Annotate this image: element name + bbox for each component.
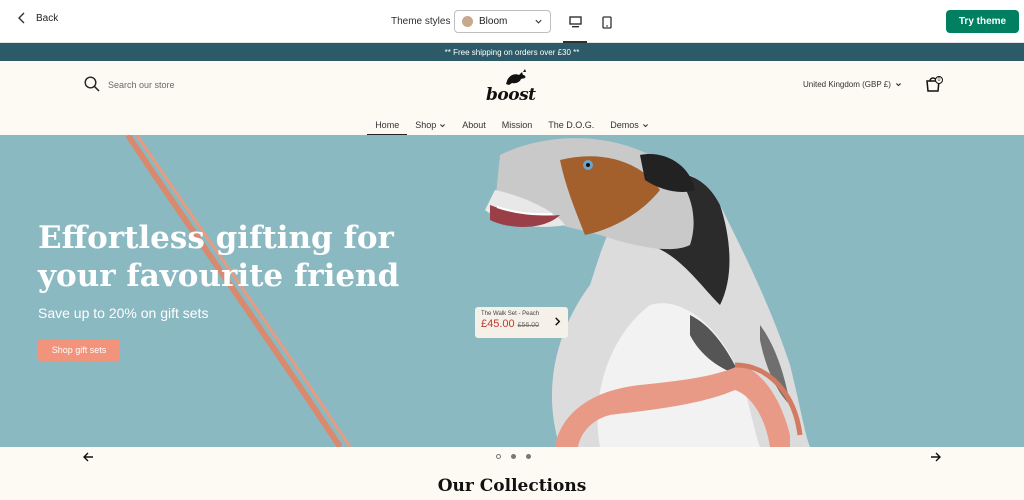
hero-title: Effortless gifting for your favourite fr…: [38, 220, 400, 294]
nav-item-the-dog[interactable]: The D.O.G.: [540, 115, 602, 135]
slide-dot[interactable]: [496, 454, 501, 459]
back-button[interactable]: Back: [16, 12, 58, 24]
chevron-down-icon: [535, 19, 542, 24]
cart-count-badge: 0: [935, 76, 943, 84]
search-input[interactable]: Search our store: [108, 80, 175, 90]
nav-item-home[interactable]: Home: [367, 115, 408, 136]
hotspot-price: £45.00 £56.00: [481, 318, 562, 330]
hero-subtitle: Save up to 20% on gift sets: [38, 305, 209, 321]
store-logo[interactable]: boost: [486, 85, 536, 105]
currency-label: United Kingdom (GBP £): [803, 80, 891, 89]
nav-label: Home: [375, 120, 400, 130]
chevron-down-icon: [642, 123, 648, 127]
theme-swatch: [462, 16, 473, 27]
search-icon[interactable]: [84, 76, 100, 92]
chevron-right-icon: [555, 317, 561, 326]
store-header: Search our store boost United Kingdom (G…: [0, 61, 1024, 136]
theme-style-value: Bloom: [479, 16, 508, 27]
nav-item-shop[interactable]: Shop: [407, 115, 454, 135]
hotspot-sale-price: £45.00: [481, 318, 515, 330]
mobile-view-button[interactable]: [595, 10, 619, 34]
shop-gift-sets-button[interactable]: Shop gift sets: [38, 339, 120, 361]
previous-slide-arrow-icon[interactable]: [82, 451, 94, 463]
nav-item-mission[interactable]: Mission: [494, 115, 541, 135]
nav-label: Demos: [610, 120, 639, 130]
nav-item-about[interactable]: About: [454, 115, 494, 135]
slide-dot[interactable]: [511, 454, 516, 459]
main-nav: Home Shop About Mission The D.O.G. Demos: [0, 115, 1024, 136]
announcement-bar: ** Free shipping on orders over £30 **: [0, 43, 1024, 61]
next-slide-arrow-icon[interactable]: [930, 451, 942, 463]
nav-label: The D.O.G.: [548, 120, 595, 130]
slide-dot[interactable]: [526, 454, 531, 459]
chevron-down-icon: [895, 83, 901, 87]
hotspot-product-name: The Walk Set - Peach: [481, 311, 540, 317]
nav-label: Mission: [501, 120, 533, 130]
chevron-down-icon: [440, 123, 446, 127]
slide-dots: [496, 454, 531, 459]
product-hotspot-card[interactable]: The Walk Set - Peach £45.00 £56.00: [475, 307, 568, 338]
hotspot-old-price: £56.00: [517, 322, 540, 329]
chevron-left-icon: [18, 12, 25, 24]
slideshow-controls: [0, 447, 1024, 467]
theme-style-select[interactable]: Bloom: [454, 10, 551, 33]
try-theme-button[interactable]: Try theme: [946, 10, 1019, 33]
theme-preview-bar: Back Theme styles Bloom Try theme: [0, 0, 1024, 43]
currency-selector[interactable]: United Kingdom (GBP £): [803, 80, 902, 89]
desktop-view-button[interactable]: [563, 10, 587, 34]
section-title: Our Collections: [437, 476, 587, 496]
desktop-icon: [568, 16, 582, 28]
hero-slideshow: Effortless gifting for your favourite fr…: [0, 135, 1024, 447]
collections-section: Our Collections: [0, 467, 1024, 500]
mobile-icon: [602, 15, 612, 29]
theme-styles-label: Theme styles: [391, 16, 451, 27]
nav-label: About: [462, 120, 486, 130]
back-label: Back: [36, 12, 59, 24]
nav-label: Shop: [415, 120, 437, 130]
nav-item-demos[interactable]: Demos: [602, 115, 657, 135]
